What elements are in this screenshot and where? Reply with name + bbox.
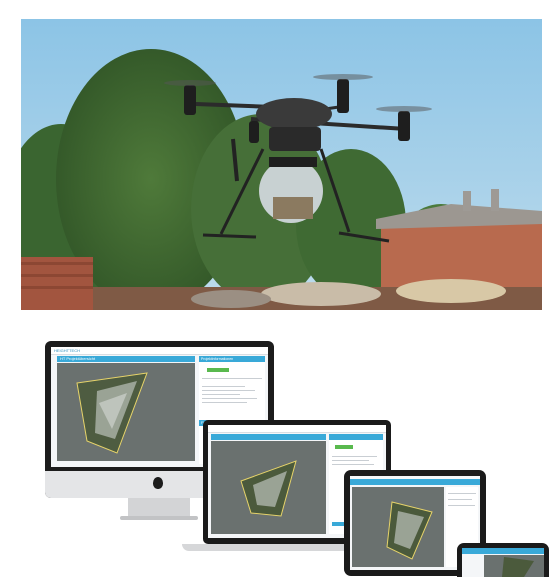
laptop-map-view[interactable] <box>211 441 326 534</box>
divider <box>202 402 247 403</box>
window-title: HT Projektübersicht <box>60 356 96 361</box>
tablet-titlebar <box>350 479 480 485</box>
app-logo: HEIGHTTECH <box>54 348 80 353</box>
divider <box>448 493 476 494</box>
divider <box>448 499 472 500</box>
panel-header <box>329 434 383 440</box>
divider <box>202 386 245 387</box>
divider <box>332 456 377 457</box>
laptop-topbar <box>208 425 386 433</box>
map-aerial <box>211 441 326 534</box>
status-button[interactable] <box>207 368 229 372</box>
divider <box>202 394 240 395</box>
divider <box>202 390 255 391</box>
map-aerial <box>57 363 195 461</box>
phone-screen <box>462 548 544 577</box>
desktop-topbar: HEIGHTTECH <box>51 347 268 355</box>
phone-titlebar <box>462 548 544 554</box>
desktop-stand <box>128 498 190 516</box>
responsive-devices-mockup: HEIGHTTECH HT Projektübersicht Projektin… <box>0 330 552 577</box>
tablet-map-view[interactable] <box>352 487 444 567</box>
phone-map-view[interactable] <box>484 555 544 577</box>
divider <box>332 464 374 465</box>
divider <box>448 505 475 506</box>
divider <box>332 460 369 461</box>
panel-title: Projektinformationen <box>201 357 234 361</box>
laptop-titlebar <box>211 434 326 440</box>
desktop-base <box>120 516 198 520</box>
status-button[interactable] <box>335 445 353 449</box>
desktop-map-view[interactable] <box>57 363 195 461</box>
panel-header: Projektinformationen <box>199 356 265 362</box>
apple-logo-icon <box>153 477 163 489</box>
drone-photo <box>21 19 542 310</box>
map-aerial <box>484 555 544 577</box>
drone-scene-illustration <box>21 19 542 310</box>
phone <box>457 543 549 577</box>
desktop-titlebar: HT Projektübersicht <box>57 356 195 362</box>
map-aerial <box>352 487 444 567</box>
divider <box>202 378 262 379</box>
divider <box>202 398 257 399</box>
